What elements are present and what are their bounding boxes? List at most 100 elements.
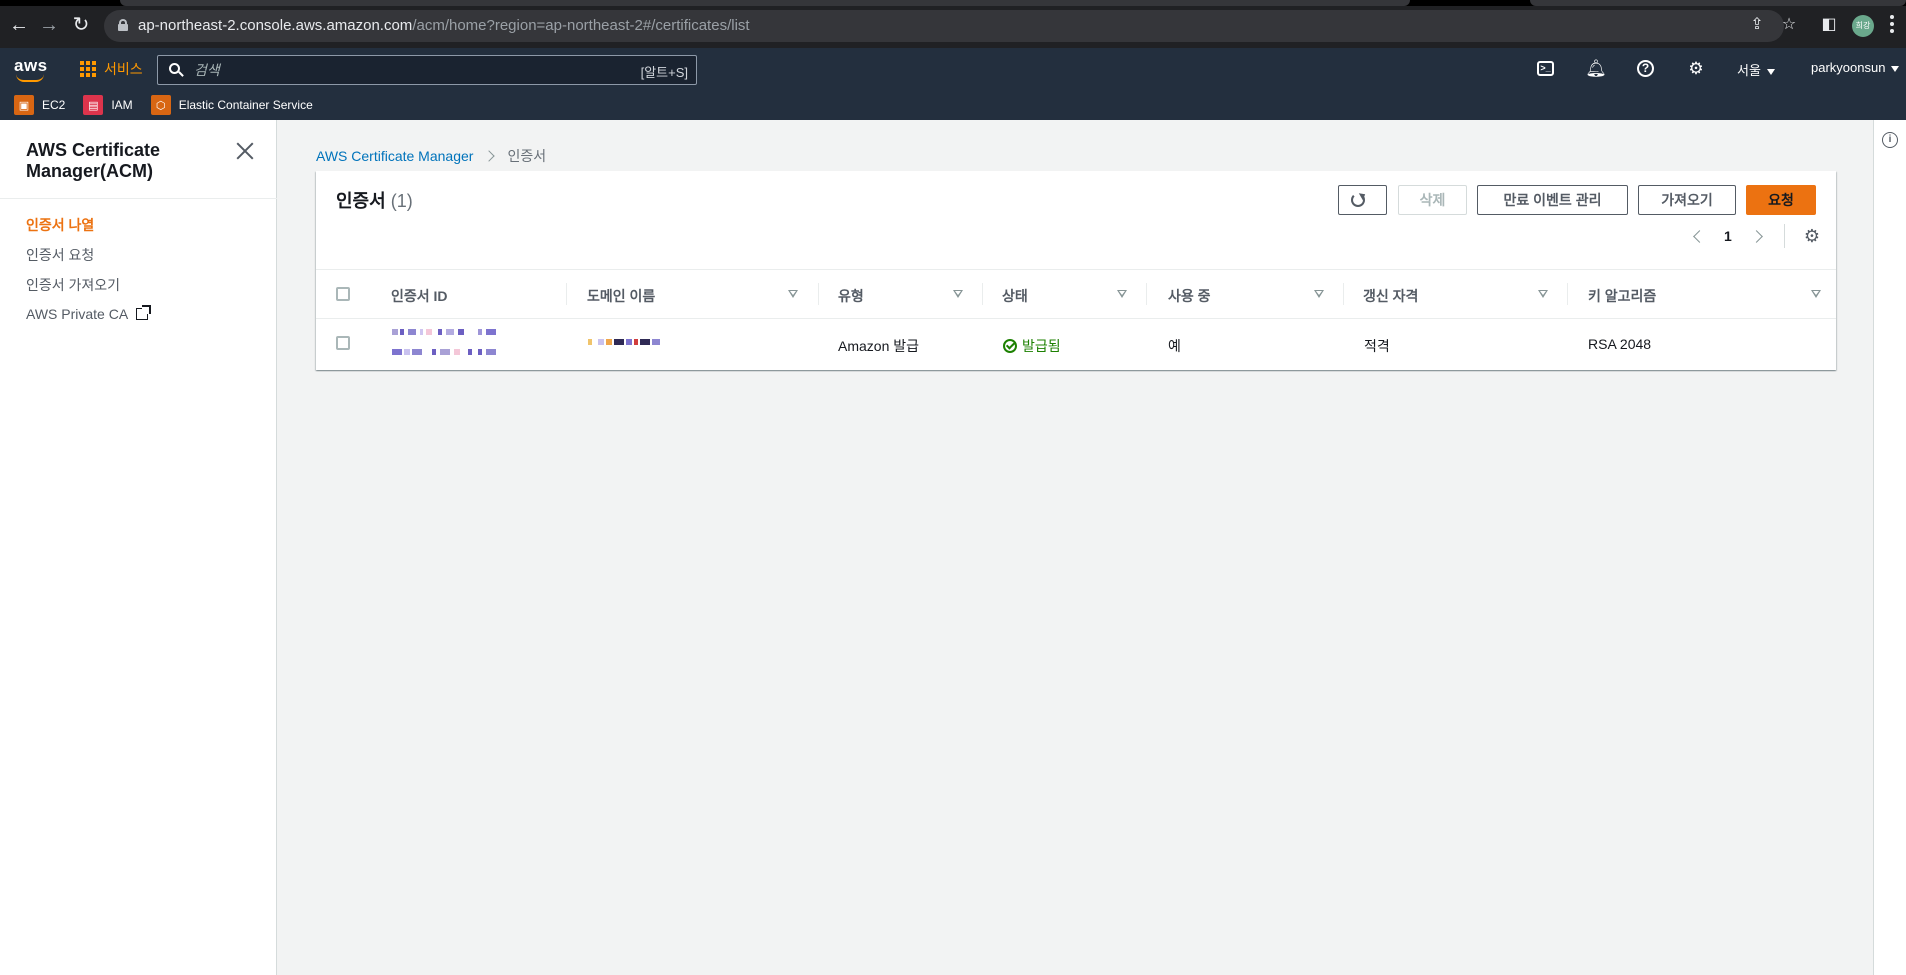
sidenav-title[interactable]: AWS Certificate Manager(ACM)	[26, 140, 226, 182]
status-text: 발급됨	[1022, 338, 1061, 354]
external-link-icon	[136, 305, 152, 320]
url-host: ap-northeast-2.console.aws.amazon.com	[138, 17, 413, 34]
column-header-status[interactable]: 상태	[1002, 286, 1028, 306]
breadcrumb: AWS Certificate Manager 인증서	[316, 146, 546, 166]
column-header-domain-name[interactable]: 도메인 이름	[587, 286, 655, 306]
table-preferences-gear-icon[interactable]: ⚙	[1803, 227, 1821, 245]
column-header-in-use[interactable]: 사용 중	[1168, 286, 1211, 306]
column-header-certificate-id[interactable]: 인증서 ID	[391, 286, 448, 306]
caret-down-icon	[1891, 65, 1900, 72]
account-menu[interactable]: parkyoonsun	[1811, 60, 1900, 75]
breadcrumb-current: 인증서	[507, 148, 547, 164]
browser-toolbar: ← → ↻ ap-northeast-2.console.aws.amazon.…	[0, 0, 1906, 48]
column-divider[interactable]	[1343, 283, 1344, 305]
column-divider[interactable]	[818, 283, 819, 305]
chevron-right-icon[interactable]	[1749, 229, 1763, 243]
info-icon[interactable]: i	[1882, 132, 1898, 148]
certificates-table-panel: 인증서 (1) 삭제 만료 이벤트 관리 가져오기 요청 1 ⚙ 인증서 ID …	[316, 171, 1836, 370]
side-panel-icon[interactable]: ◧	[1820, 16, 1838, 34]
caret-down-icon	[1766, 68, 1775, 75]
request-button[interactable]: 요청	[1746, 185, 1816, 215]
browser-tab[interactable]	[1530, 0, 1906, 6]
manage-expiry-events-button[interactable]: 만료 이벤트 관리	[1477, 185, 1628, 215]
search-bar[interactable]: [알트+S]	[157, 55, 697, 85]
sort-icon[interactable]	[1117, 290, 1127, 298]
certificate-id-link[interactable]	[392, 329, 532, 335]
chevron-left-icon[interactable]	[1693, 229, 1706, 243]
help-icon[interactable]: ?	[1637, 60, 1654, 77]
profile-avatar[interactable]: 희강	[1852, 15, 1874, 37]
divider	[0, 198, 277, 199]
column-divider[interactable]	[982, 283, 983, 305]
cloudshell-icon[interactable]: >_	[1537, 61, 1554, 76]
refresh-icon	[1351, 193, 1365, 207]
panel-title-text: 인증서	[336, 191, 386, 211]
certificate-type: Amazon 발급	[838, 338, 920, 354]
favorite-label: EC2	[42, 98, 66, 112]
page-title: 인증서 (1)	[336, 187, 413, 213]
favorite-iam[interactable]: ▤ IAM	[83, 95, 133, 115]
certificate-id-link-line2[interactable]	[392, 349, 532, 355]
share-icon[interactable]: ⇪	[1748, 16, 1766, 34]
favorite-label: Elastic Container Service	[178, 98, 313, 112]
column-divider[interactable]	[1567, 283, 1568, 305]
url-text[interactable]: ap-northeast-2.console.aws.amazon.com/ac…	[138, 17, 750, 34]
page-number[interactable]: 1	[1724, 228, 1732, 244]
sort-icon[interactable]	[1314, 290, 1324, 298]
services-label: 서비스	[104, 61, 143, 77]
back-arrow-icon[interactable]: ←	[8, 14, 30, 36]
address-bar[interactable]: ap-northeast-2.console.aws.amazon.com/ac…	[104, 10, 1784, 42]
pagination: 1	[1693, 225, 1763, 247]
notifications-bell-icon[interactable]: 🔔︎	[1585, 58, 1607, 80]
sidebar-item-private-ca[interactable]: AWS Private CA	[26, 305, 152, 322]
sidebar-item-import-certificate[interactable]: 인증서 가져오기	[26, 275, 120, 295]
search-input[interactable]	[194, 60, 594, 80]
refresh-button[interactable]	[1338, 185, 1387, 215]
aws-logo-text: aws	[14, 56, 48, 75]
sort-icon[interactable]	[1538, 290, 1548, 298]
tools-panel-rail: i	[1873, 120, 1906, 975]
lock-icon	[118, 19, 128, 31]
favorite-label: IAM	[111, 98, 133, 112]
table-row[interactable]: Amazon 발급 발급됨 예 적격 RSA 2048	[316, 319, 1836, 369]
settings-gear-icon[interactable]: ⚙	[1685, 58, 1707, 80]
sort-icon[interactable]	[953, 290, 963, 298]
side-navigation: AWS Certificate Manager(ACM) 인증서 나열 인증서 …	[0, 120, 277, 975]
select-all-checkbox[interactable]	[336, 287, 350, 301]
sort-icon[interactable]	[788, 290, 798, 298]
aws-global-header: aws 서비스 [알트+S] >_ 🔔︎ ? ⚙ 서울 parkyoonsun …	[0, 48, 1906, 120]
import-button[interactable]: 가져오기	[1638, 185, 1736, 215]
column-header-renewal-eligibility[interactable]: 갱신 자격	[1363, 286, 1418, 306]
favorite-ec2[interactable]: ▣ EC2	[14, 95, 65, 115]
reload-icon[interactable]: ↻	[70, 14, 92, 36]
url-path: /acm/home?region=ap-northeast-2#/certifi…	[412, 17, 750, 34]
services-menu-button[interactable]: 서비스	[80, 58, 143, 80]
aws-logo[interactable]: aws	[14, 56, 50, 82]
delete-button[interactable]: 삭제	[1398, 185, 1467, 215]
table-header: 인증서 ID 도메인 이름 유형 상태 사용 중 갱신 자격 키 알고리즘	[316, 269, 1836, 319]
aws-smile-icon	[16, 74, 44, 82]
browser-menu-icon[interactable]	[1889, 13, 1895, 35]
column-header-key-algorithm[interactable]: 키 알고리즘	[1588, 286, 1656, 306]
bookmark-star-icon[interactable]: ☆	[1780, 16, 1798, 34]
search-icon	[169, 63, 184, 77]
column-divider[interactable]	[1146, 283, 1147, 305]
search-shortcut-hint: [알트+S]	[640, 65, 688, 80]
favorites-bar: ▣ EC2 ▤ IAM ⬡ Elastic Container Service	[0, 90, 317, 120]
row-checkbox[interactable]	[336, 336, 350, 350]
sidebar-item-request-certificate[interactable]: 인증서 요청	[26, 245, 94, 265]
close-icon[interactable]	[236, 142, 254, 160]
forward-arrow-icon[interactable]: →	[38, 14, 60, 36]
breadcrumb-root-link[interactable]: AWS Certificate Manager	[316, 148, 473, 164]
renewal-eligibility-value: 적격	[1364, 338, 1390, 354]
column-divider[interactable]	[566, 283, 567, 305]
key-algorithm-value: RSA 2048	[1588, 336, 1652, 352]
favorite-ecs[interactable]: ⬡ Elastic Container Service	[150, 95, 313, 115]
region-selector[interactable]: 서울	[1737, 60, 1775, 79]
sort-icon[interactable]	[1811, 290, 1821, 298]
sidebar-item-list-certificates[interactable]: 인증서 나열	[26, 215, 94, 235]
status-badge: 발급됨	[1003, 336, 1061, 356]
browser-tab[interactable]	[120, 0, 1410, 6]
ecs-icon: ⬡	[150, 95, 171, 115]
column-header-type[interactable]: 유형	[838, 286, 864, 306]
